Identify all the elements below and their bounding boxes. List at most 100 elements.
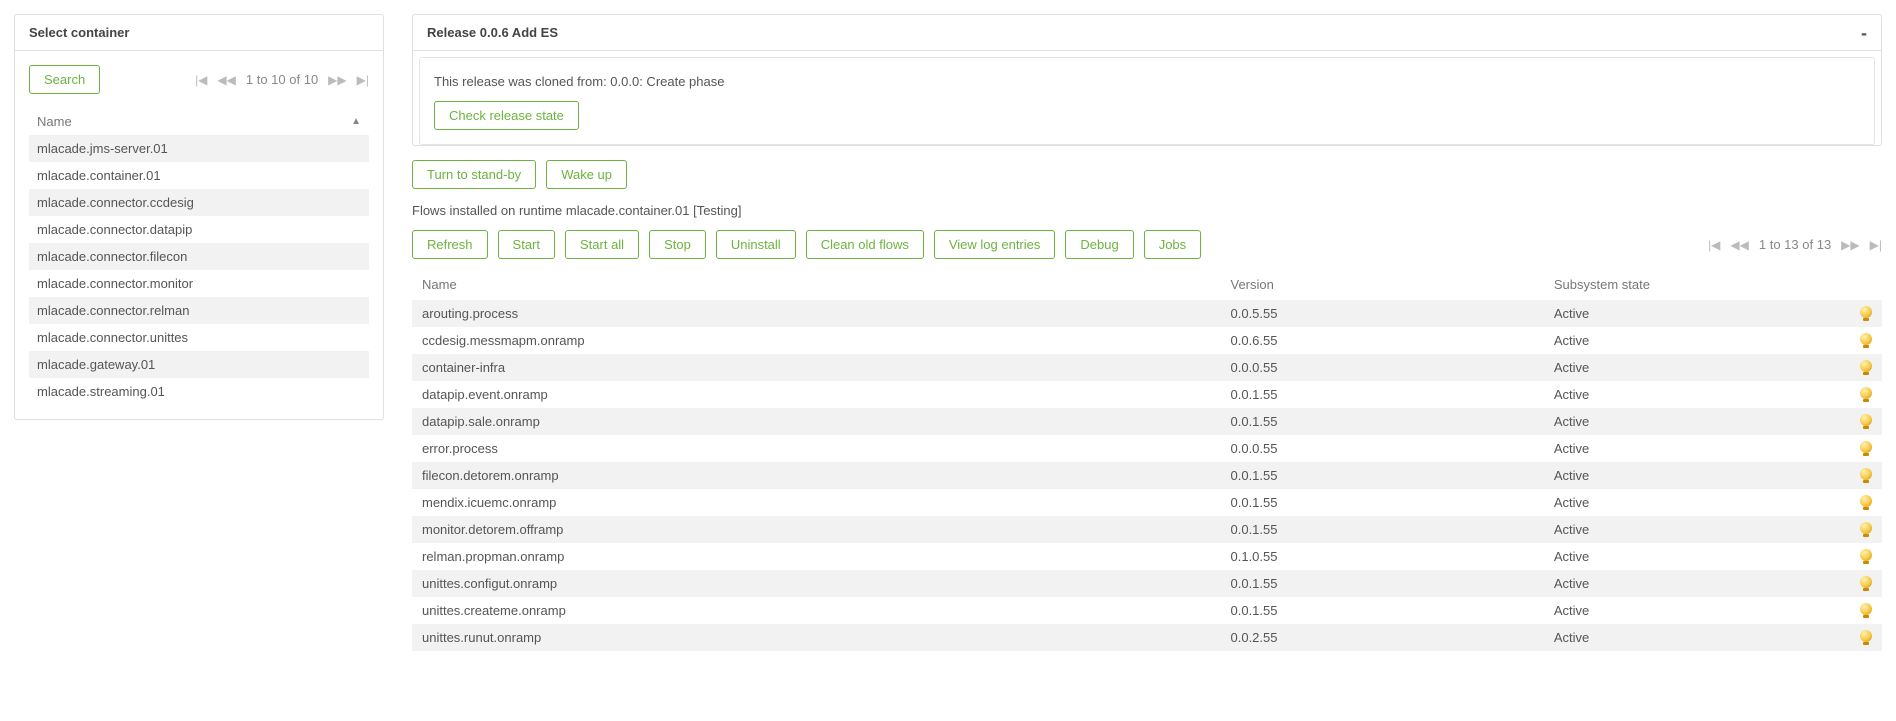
pager-last-icon[interactable]: ▶| [357,73,369,87]
pager-first-icon[interactable]: |◀ [195,73,207,87]
flow-name: error.process [412,435,1221,462]
flows-col-state[interactable]: Subsystem state [1544,269,1846,300]
flow-state: Active [1544,516,1846,543]
flows-section-title: Flows installed on runtime mlacade.conta… [412,203,1882,218]
flow-version: 0.0.1.55 [1221,408,1544,435]
turn-to-standby-button[interactable]: Turn to stand-by [412,160,536,189]
flow-state: Active [1544,408,1846,435]
lightbulb-icon[interactable] [1860,414,1872,426]
flow-version: 0.0.1.55 [1221,489,1544,516]
view-log-entries-button[interactable]: View log entries [934,230,1056,259]
table-row[interactable]: unittes.createme.onramp0.0.1.55Active [412,597,1882,624]
flow-state: Active [1544,489,1846,516]
jobs-button[interactable]: Jobs [1144,230,1201,259]
flow-name: mendix.icuemc.onramp [412,489,1221,516]
lightbulb-icon[interactable] [1860,333,1872,345]
table-row[interactable]: container-infra0.0.0.55Active [412,354,1882,381]
lightbulb-icon[interactable] [1860,468,1872,480]
table-row[interactable]: datapip.sale.onramp0.0.1.55Active [412,408,1882,435]
flows-pager-prev-icon[interactable]: ◀◀ [1730,238,1748,252]
minimize-icon[interactable]: - [1861,28,1867,38]
flow-name: monitor.detorem.offramp [412,516,1221,543]
table-row[interactable]: ccdesig.messmapm.onramp0.0.6.55Active [412,327,1882,354]
container-list-item[interactable]: mlacade.connector.monitor [29,270,369,297]
lightbulb-icon[interactable] [1860,549,1872,561]
flow-name: relman.propman.onramp [412,543,1221,570]
debug-button[interactable]: Debug [1065,230,1133,259]
container-list-item[interactable]: mlacade.gateway.01 [29,351,369,378]
lightbulb-icon[interactable] [1860,306,1872,318]
table-row[interactable]: unittes.configut.onramp0.0.1.55Active [412,570,1882,597]
flow-state: Active [1544,327,1846,354]
flow-state: Active [1544,300,1846,327]
flow-version: 0.0.5.55 [1221,300,1544,327]
start-button[interactable]: Start [498,230,555,259]
flows-pager-last-icon[interactable]: ▶| [1870,238,1882,252]
flow-version: 0.0.1.55 [1221,462,1544,489]
lightbulb-icon[interactable] [1860,630,1872,642]
flow-state: Active [1544,381,1846,408]
lightbulb-icon[interactable] [1860,603,1872,615]
flows-pager-next-icon[interactable]: ▶▶ [1841,238,1859,252]
container-list-item[interactable]: mlacade.connector.ccdesig [29,189,369,216]
lightbulb-icon[interactable] [1860,441,1872,453]
container-pager: |◀ ◀◀ 1 to 10 of 10 ▶▶ ▶| [195,72,369,87]
table-row[interactable]: relman.propman.onramp0.1.0.55Active [412,543,1882,570]
lightbulb-icon[interactable] [1860,360,1872,372]
container-list-item[interactable]: mlacade.connector.filecon [29,243,369,270]
container-col-name: Name [37,114,72,129]
uninstall-button[interactable]: Uninstall [716,230,796,259]
container-list-item[interactable]: mlacade.connector.unittes [29,324,369,351]
wake-up-button[interactable]: Wake up [546,160,627,189]
container-list-header[interactable]: Name ▲ [29,108,369,135]
container-list: mlacade.jms-server.01mlacade.container.0… [29,135,369,405]
container-list-item[interactable]: mlacade.connector.relman [29,297,369,324]
flow-version: 0.0.1.55 [1221,597,1544,624]
container-pager-text: 1 to 10 of 10 [246,72,318,87]
container-list-item[interactable]: mlacade.container.01 [29,162,369,189]
pager-next-icon[interactable]: ▶▶ [328,73,346,87]
flow-state: Active [1544,570,1846,597]
table-row[interactable]: filecon.detorem.onramp0.0.1.55Active [412,462,1882,489]
release-cloned-note: This release was cloned from: 0.0.0: Cre… [434,70,1860,101]
flows-pager-first-icon[interactable]: |◀ [1708,238,1720,252]
refresh-button[interactable]: Refresh [412,230,488,259]
flow-name: datapip.sale.onramp [412,408,1221,435]
lightbulb-icon[interactable] [1860,522,1872,534]
flow-version: 0.0.6.55 [1221,327,1544,354]
table-row[interactable]: arouting.process0.0.5.55Active [412,300,1882,327]
table-row[interactable]: error.process0.0.0.55Active [412,435,1882,462]
flow-version: 0.0.1.55 [1221,570,1544,597]
flow-name: datapip.event.onramp [412,381,1221,408]
lightbulb-icon[interactable] [1860,576,1872,588]
table-row[interactable]: monitor.detorem.offramp0.0.1.55Active [412,516,1882,543]
flow-version: 0.0.0.55 [1221,354,1544,381]
select-container-panel: Select container Search |◀ ◀◀ 1 to 10 of… [14,14,384,420]
start-all-button[interactable]: Start all [565,230,639,259]
table-row[interactable]: unittes.runut.onramp0.0.2.55Active [412,624,1882,651]
check-release-state-button[interactable]: Check release state [434,101,579,130]
flows-col-version[interactable]: Version [1221,269,1544,300]
sort-asc-icon: ▲ [351,116,361,127]
flow-state: Active [1544,624,1846,651]
search-button[interactable]: Search [29,65,100,94]
flows-col-name[interactable]: Name [412,269,1221,300]
flow-name: unittes.runut.onramp [412,624,1221,651]
flow-name: unittes.createme.onramp [412,597,1221,624]
lightbulb-icon[interactable] [1860,387,1872,399]
flows-table: Name Version Subsystem state arouting.pr… [412,269,1882,651]
container-list-item[interactable]: mlacade.connector.datapip [29,216,369,243]
table-row[interactable]: mendix.icuemc.onramp0.0.1.55Active [412,489,1882,516]
stop-button[interactable]: Stop [649,230,706,259]
select-container-title: Select container [15,15,383,51]
flow-state: Active [1544,435,1846,462]
container-list-item[interactable]: mlacade.jms-server.01 [29,135,369,162]
clean-old-flows-button[interactable]: Clean old flows [806,230,924,259]
lightbulb-icon[interactable] [1860,495,1872,507]
container-list-item[interactable]: mlacade.streaming.01 [29,378,369,405]
flow-version: 0.0.0.55 [1221,435,1544,462]
table-row[interactable]: datapip.event.onramp0.0.1.55Active [412,381,1882,408]
flow-version: 0.0.2.55 [1221,624,1544,651]
pager-prev-icon[interactable]: ◀◀ [217,73,235,87]
flow-name: filecon.detorem.onramp [412,462,1221,489]
